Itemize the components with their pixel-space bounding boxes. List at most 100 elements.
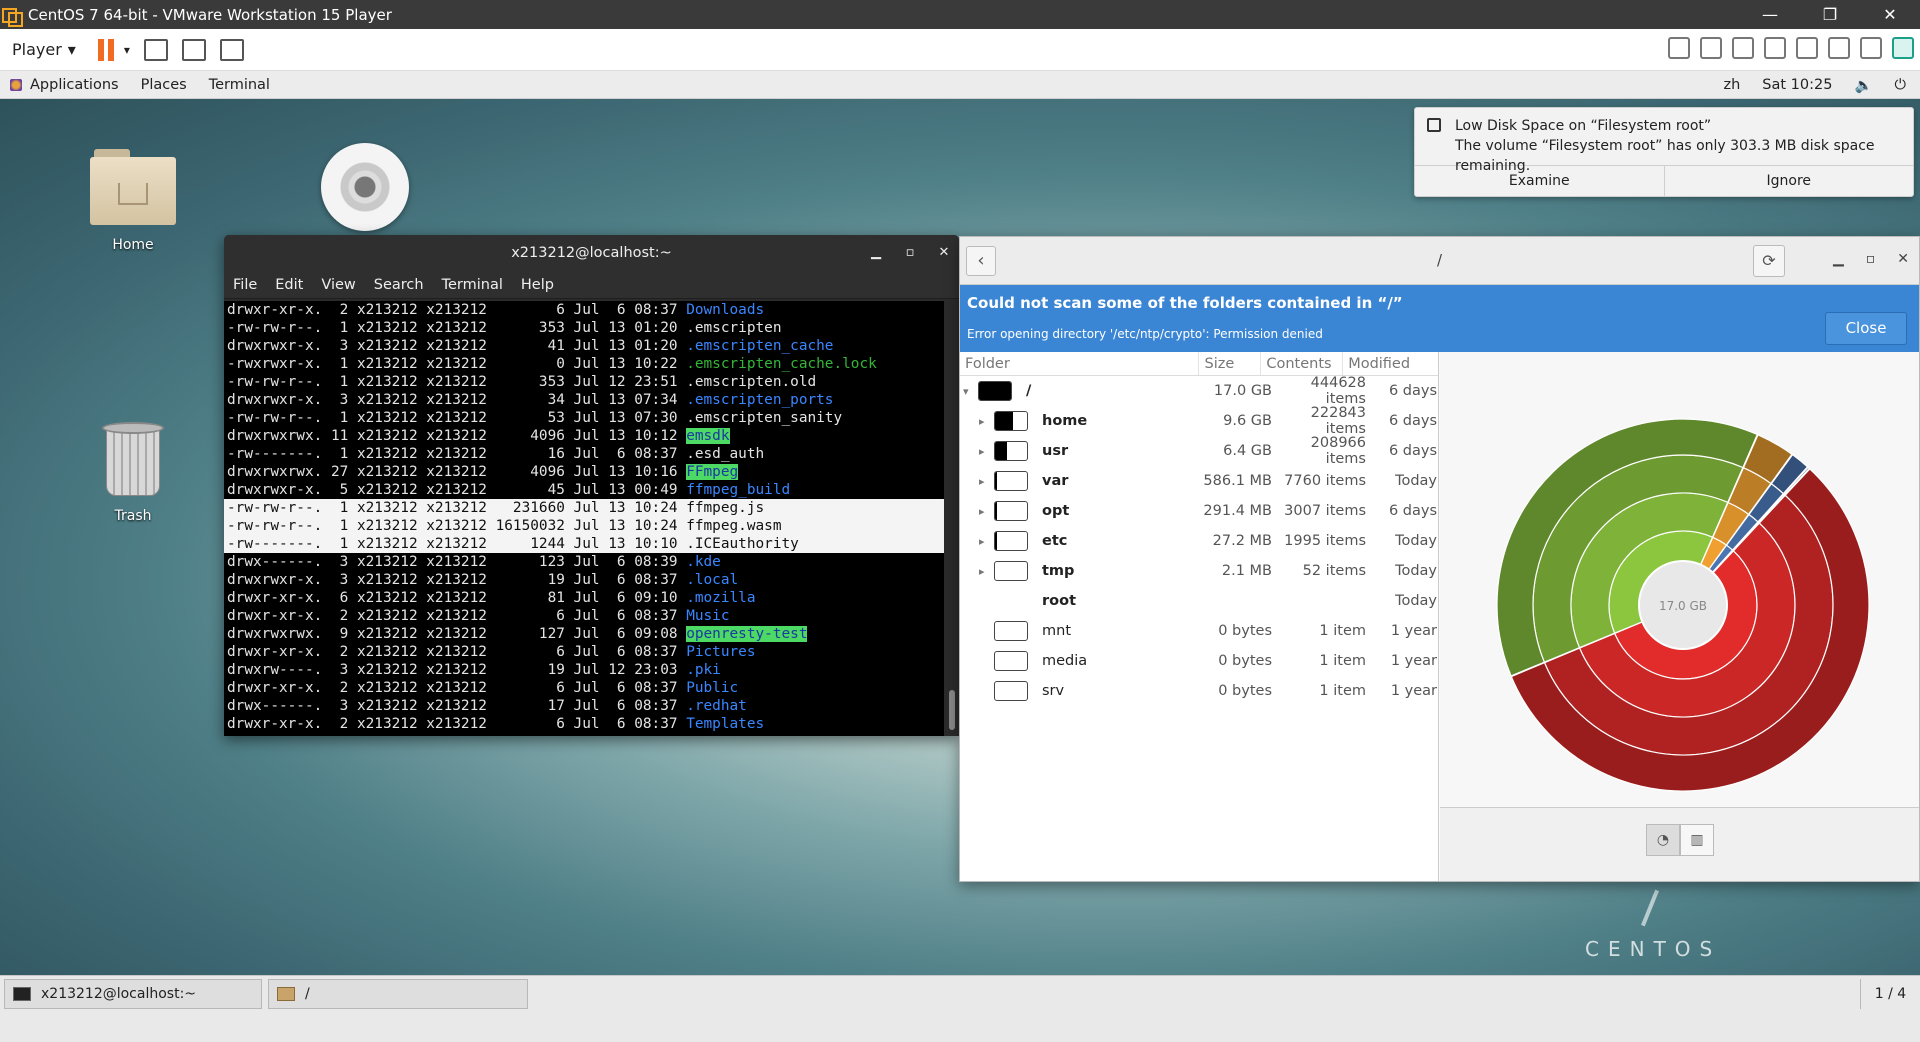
terminal-minimize-button[interactable]: ▁ — [867, 235, 885, 271]
terminal-titlebar[interactable]: x213212@localhost:~ ▁ ▫ ✕ — [224, 235, 959, 271]
usb-icon[interactable] — [1860, 37, 1882, 59]
ring-chart-svg[interactable]: 17.0 GB — [1440, 352, 1920, 807]
folder-row-etc[interactable]: ▸ etc 27.2 MB 1995 items Today — [960, 526, 1438, 556]
workspace-pager[interactable]: 1 / 4 — [1860, 979, 1920, 1009]
sound-card-icon[interactable] — [1828, 37, 1850, 59]
analyzer-close-button[interactable]: ✕ — [1897, 251, 1909, 267]
file-name: Music — [686, 608, 730, 624]
file-name: .esd_auth — [686, 446, 765, 462]
input-method-indicator[interactable]: zh — [1723, 77, 1740, 93]
expander-expanded-icon[interactable]: ▾ — [963, 385, 969, 398]
file-metadata: drwxr-xr-x. 2 x213212 x213212 6 Jul 6 08… — [227, 302, 687, 318]
player-menu[interactable]: Player ▾ — [12, 40, 76, 59]
clock[interactable]: Sat 10:25 — [1762, 77, 1832, 93]
terminal-menu-file[interactable]: File — [233, 277, 257, 293]
fullscreen-icon[interactable] — [181, 38, 206, 61]
folder-row-root[interactable]: root Today — [960, 586, 1438, 616]
terminal-line: drwxr-xr-x. 2 x213212 x213212 6 Jul 6 08… — [224, 301, 944, 319]
applications-menu[interactable]: Applications — [10, 77, 119, 93]
cd-drive-icon[interactable] — [1732, 37, 1754, 59]
folder-row-srv[interactable]: srv 0 bytes 1 item 1 year — [960, 676, 1438, 706]
file-name: .emscripten_cache — [686, 338, 834, 354]
disk-usage-analyzer-window: ‹ / ⟳ ▁ ▫ ✕ Could not scan some of the f… — [959, 236, 1920, 882]
volume-icon[interactable]: 🔈 — [1854, 77, 1872, 94]
expander-collapsed-icon[interactable]: ▸ — [979, 565, 985, 578]
terminal-menu-view[interactable]: View — [321, 277, 355, 293]
file-name: .emscripten_sanity — [686, 410, 843, 426]
folder-row-root-fs[interactable]: ▾ / 17.0 GB 444628 items 6 days — [960, 375, 1438, 407]
taskbar-terminal[interactable]: x213212@localhost:~ — [4, 979, 262, 1009]
message-log-icon[interactable] — [1892, 37, 1914, 59]
column-folder[interactable]: Folder — [960, 352, 1200, 375]
file-metadata: -rw-------. 1 x213212 x213212 16 Jul 6 0… — [227, 446, 687, 462]
taskbar-disk-usage[interactable]: / — [268, 979, 528, 1009]
folder-contents: 1 item — [1319, 653, 1366, 669]
places-menu[interactable]: Places — [141, 77, 187, 93]
usage-bar — [994, 531, 1028, 551]
column-modified[interactable]: Modified — [1343, 352, 1438, 375]
expander-collapsed-icon[interactable]: ▸ — [979, 505, 985, 518]
terminal-menu[interactable]: Terminal — [209, 77, 270, 93]
rescan-button[interactable]: ⟳ — [1753, 245, 1785, 277]
folder-row-mnt[interactable]: mnt 0 bytes 1 item 1 year — [960, 616, 1438, 646]
send-ctrl-alt-del-icon[interactable] — [143, 38, 168, 61]
column-size[interactable]: Size — [1199, 352, 1262, 375]
analyzer-maximize-button[interactable]: ▫ — [1866, 251, 1876, 267]
folder-contents: 222843 items — [1310, 405, 1366, 437]
file-metadata: drwxrwxr-x. 3 x213212 x213212 19 Jul 6 0… — [227, 572, 687, 588]
power-icon[interactable]: ⏻ — [1895, 77, 1906, 93]
close-button[interactable]: ✕ — [1860, 0, 1920, 29]
trash-desktop-icon[interactable]: Trash — [94, 422, 172, 524]
terminal-line: drwxrwxr-x. 5 x213212 x213212 45 Jul 13 … — [224, 481, 944, 499]
network-adapter-icon[interactable] — [1764, 37, 1786, 59]
folder-row-tmp[interactable]: ▸ tmp 2.1 MB 52 items Today — [960, 556, 1438, 586]
expander-collapsed-icon[interactable]: ▸ — [979, 445, 985, 458]
scan-error-infobar: Could not scan some of the folders conta… — [960, 285, 1919, 352]
ring-chart[interactable]: 17.0 GB — [1440, 352, 1920, 807]
folder-row-home[interactable]: ▸ home 9.6 GB 222843 items 6 days — [960, 405, 1438, 437]
file-name: .mozilla — [686, 590, 756, 606]
printer-icon[interactable] — [1796, 37, 1818, 59]
file-metadata: -rw-rw-r--. 1 x213212 x213212 353 Jul 13… — [227, 320, 687, 336]
terminal-scrollbar[interactable] — [949, 690, 955, 730]
file-metadata: drwxrwxr-x. 5 x213212 x213212 45 Jul 13 … — [227, 482, 687, 498]
folder-row-var[interactable]: ▸ var 586.1 MB 7760 items Today — [960, 466, 1438, 496]
minimize-button[interactable]: — — [1740, 0, 1800, 29]
vmware-toolbar: Player ▾ ▾ — [0, 29, 1920, 71]
folder-name: / — [1026, 383, 1032, 399]
terminal-maximize-button[interactable]: ▫ — [901, 235, 919, 271]
terminal-menu-edit[interactable]: Edit — [275, 277, 303, 293]
chevron-down-icon: ▾ — [67, 40, 76, 59]
restore-button[interactable]: ❐ — [1800, 0, 1860, 29]
home-desktop-icon[interactable]: Home — [88, 145, 178, 253]
terminal-menu-search[interactable]: Search — [374, 277, 424, 293]
centos-wordmark: CENTOS — [1585, 937, 1722, 961]
rings-chart-icon[interactable]: ◔ — [1646, 824, 1680, 856]
folder-contents: 52 items — [1302, 563, 1366, 579]
infobar-close-button[interactable]: Close — [1825, 312, 1907, 345]
file-name: .redhat — [686, 698, 747, 714]
column-contents[interactable]: Contents — [1261, 352, 1344, 375]
terminal-output[interactable]: drwxr-xr-x. 2 x213212 x213212 6 Jul 6 08… — [224, 301, 944, 736]
terminal-menu-help[interactable]: Help — [521, 277, 554, 293]
unity-icon[interactable] — [219, 38, 244, 61]
folder-modified: Today — [1395, 563, 1437, 579]
cdrom-desktop-icon[interactable] — [321, 143, 409, 231]
folder-modified: 6 days — [1388, 503, 1437, 519]
expander-collapsed-icon[interactable]: ▸ — [979, 415, 985, 428]
folder-row-media[interactable]: media 0 bytes 1 item 1 year — [960, 646, 1438, 676]
hard-disk-icon[interactable] — [1700, 37, 1722, 59]
pause-icon[interactable] — [97, 38, 116, 61]
forward-icon[interactable] — [1668, 37, 1690, 59]
terminal-menu-terminal[interactable]: Terminal — [442, 277, 503, 293]
chevron-down-icon[interactable]: ▾ — [124, 43, 130, 57]
folder-row-opt[interactable]: ▸ opt 291.4 MB 3007 items 6 days — [960, 496, 1438, 526]
expander-collapsed-icon[interactable]: ▸ — [979, 475, 985, 488]
terminal-close-button[interactable]: ✕ — [935, 235, 953, 271]
folder-row-usr[interactable]: ▸ usr 6.4 GB 208966 items 6 days — [960, 435, 1438, 467]
expander-collapsed-icon[interactable]: ▸ — [979, 535, 985, 548]
analyzer-minimize-button[interactable]: ▁ — [1833, 251, 1844, 267]
folder-modified: Today — [1395, 533, 1437, 549]
file-metadata: -rw-rw-r--. 1 x213212 x213212 53 Jul 13 … — [227, 410, 687, 426]
treemap-chart-icon[interactable]: ▥ — [1680, 824, 1714, 856]
